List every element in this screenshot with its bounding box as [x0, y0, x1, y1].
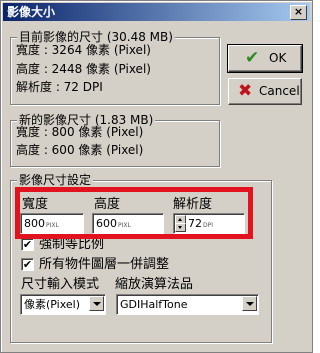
height-input[interactable]: 600PIXL — [92, 213, 164, 234]
cancel-button[interactable]: ✖ Cancel — [228, 78, 302, 105]
width-label: 寬度 — [22, 197, 49, 212]
input-mode-value: 像素(Pixel) — [24, 298, 81, 311]
resample-label: 縮放演算法品 — [115, 277, 194, 292]
x-icon: ✖ — [238, 81, 253, 101]
input-mode-select[interactable]: 像素(Pixel) — [20, 294, 106, 315]
current-width-text: 寬度 : 3264 像素 (Pixel) — [16, 43, 151, 57]
adjust-layers-label: 所有物件圖層一併調整 — [39, 257, 170, 272]
height-label: 高度 — [94, 197, 121, 212]
new-width-text: 寬度 : 800 像素 (Pixel) — [16, 125, 144, 139]
height-input-unit: PIXL — [118, 222, 131, 229]
new-height-text: 高度 : 600 像素 (Pixel) — [16, 143, 144, 157]
resolution-input-value: 72 — [188, 217, 202, 230]
resolution-label: 解析度 — [173, 197, 213, 212]
title-bar[interactable]: 影像大小 × — [3, 3, 310, 21]
close-button[interactable]: × — [290, 5, 307, 20]
ok-button-label: OK — [269, 51, 287, 65]
resample-select[interactable]: GDIHalfTone — [116, 294, 259, 315]
window-title: 影像大小 — [7, 5, 56, 19]
resolution-input[interactable]: 72DPI — [173, 213, 245, 234]
resample-dropdown-icon[interactable] — [242, 296, 257, 311]
adjust-layers-checkbox[interactable]: ✔ — [21, 258, 34, 271]
current-resolution-text: 解析度 : 72 DPI — [16, 80, 103, 94]
width-input-value: 800 — [24, 217, 45, 230]
height-input-value: 600 — [96, 217, 117, 230]
resample-value: GDIHalfTone — [120, 298, 188, 311]
close-icon: × — [293, 5, 304, 18]
new-size-group: 新的影像尺寸 (1.83 MB) 寬度 : 800 像素 (Pixel) 高度 … — [10, 113, 220, 167]
cancel-button-label: Cancel — [259, 84, 300, 98]
width-input-unit: PIXL — [46, 222, 59, 229]
check-icon: ✔ — [245, 48, 260, 68]
ok-button[interactable]: ✔ OK — [227, 44, 303, 73]
current-size-group: 目前影像的尺寸 (30.48 MB) 寬度 : 3264 像素 (Pixel) … — [10, 30, 220, 105]
resolution-input-unit: DPI — [203, 222, 214, 229]
size-settings-title: 影像尺寸設定 — [17, 173, 94, 188]
resolution-spinner[interactable] — [175, 215, 186, 232]
keep-ratio-label: 強制等比例 — [39, 237, 105, 252]
current-height-text: 高度 : 2448 像素 (Pixel) — [16, 62, 151, 76]
image-size-dialog: 影像大小 × 目前影像的尺寸 (30.48 MB) 寬度 : 3264 像素 (… — [0, 0, 313, 353]
spinner-down-icon[interactable] — [175, 223, 186, 232]
width-input[interactable]: 800PIXL — [20, 213, 84, 234]
keep-ratio-checkbox[interactable]: ✔ — [21, 238, 34, 251]
input-mode-label: 尺寸輸入模式 — [21, 277, 100, 292]
input-mode-dropdown-icon[interactable] — [89, 296, 104, 311]
